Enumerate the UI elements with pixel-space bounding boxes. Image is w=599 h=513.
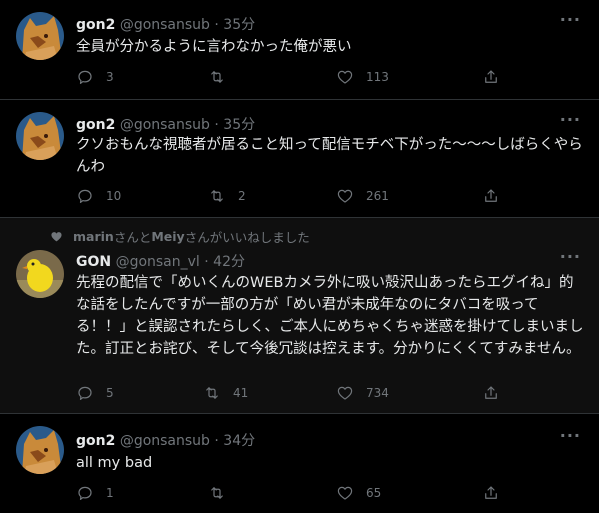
- like-button[interactable]: 734: [336, 384, 389, 402]
- like-button[interactable]: 65: [336, 484, 381, 502]
- tweet-text: 先程の配信で「めいくんのWEBカメラ外に吸い殻沢山あったらエグイね」的な話をした…: [76, 275, 584, 357]
- liked-connector: さんと: [113, 230, 152, 245]
- share-icon: [482, 68, 500, 86]
- display-name[interactable]: gon2: [76, 117, 115, 133]
- separator: ·: [209, 17, 224, 33]
- separator: ·: [199, 254, 214, 270]
- share-button[interactable]: [482, 187, 512, 205]
- like-button[interactable]: 113: [336, 68, 389, 86]
- timestamp[interactable]: 42分: [213, 254, 245, 270]
- tweet-header: gon2 @gonsansub · 35分: [76, 14, 255, 34]
- separator: ·: [209, 117, 224, 133]
- share-button[interactable]: [482, 384, 512, 402]
- reply-button[interactable]: 10: [76, 187, 121, 205]
- tweet[interactable]: gon2 @gonsansub · 35分 ··· クソおもんな視聴者が居ること…: [0, 100, 599, 218]
- liker-name: marin: [73, 229, 114, 244]
- reply-button[interactable]: 1: [76, 484, 114, 502]
- more-options-button[interactable]: ···: [560, 426, 581, 445]
- reply-icon: [76, 68, 94, 86]
- tweet-actions: 5 41 734: [76, 384, 516, 404]
- share-button[interactable]: [482, 484, 512, 502]
- like-button[interactable]: 261: [336, 187, 389, 205]
- display-name[interactable]: gon2: [76, 17, 115, 33]
- liker-name: Meiy: [151, 229, 185, 244]
- tweet-header: gon2 @gonsansub · 34分: [76, 430, 255, 450]
- reply-icon: [76, 484, 94, 502]
- share-icon: [482, 484, 500, 502]
- tweet-text: all my bad: [76, 455, 153, 471]
- retweet-button[interactable]: 41: [203, 384, 248, 402]
- tweet-actions: 10 2 261: [76, 187, 516, 207]
- reply-count: 10: [106, 189, 122, 203]
- liked-suffix: さんがいいねしました: [184, 230, 310, 245]
- reply-count: 5: [106, 386, 114, 400]
- reply-icon: [76, 384, 94, 402]
- retweet-button[interactable]: 2: [208, 187, 246, 205]
- retweet-count: 2: [238, 189, 246, 203]
- like-count: 65: [366, 486, 382, 500]
- user-handle[interactable]: @gonsansub: [120, 17, 210, 33]
- retweet-icon: [208, 484, 226, 502]
- avatar[interactable]: [16, 250, 64, 298]
- user-handle[interactable]: @gonsansub: [120, 433, 210, 449]
- like-count: 261: [366, 189, 389, 203]
- heart-icon: [51, 232, 62, 242]
- avatar[interactable]: [16, 12, 64, 60]
- tweet-text: 全員が分かるように言わなかった俺が悪い: [76, 39, 352, 55]
- heart-icon: [336, 484, 354, 502]
- share-icon: [482, 384, 500, 402]
- more-options-button[interactable]: ···: [560, 247, 581, 266]
- like-count: 734: [366, 386, 389, 400]
- reply-button[interactable]: 5: [76, 384, 114, 402]
- tweet[interactable]: gon2 @gonsansub · 35分 ··· 全員が分かるように言わなかっ…: [0, 0, 599, 100]
- separator: ·: [209, 433, 224, 449]
- display-name[interactable]: gon2: [76, 433, 115, 449]
- social-context[interactable]: marin さんと Meiy さんがいいねしました: [50, 227, 310, 246]
- heart-icon: [336, 384, 354, 402]
- display-name[interactable]: GON: [76, 254, 111, 270]
- retweet-button[interactable]: [208, 484, 238, 502]
- user-handle[interactable]: @gonsansub: [120, 117, 210, 133]
- retweet-button[interactable]: [208, 68, 238, 86]
- tweet-text: クソおもんな視聴者が居ること知って配信モチベ下がった～～～しばらくやらんわ: [76, 137, 583, 175]
- share-button[interactable]: [482, 68, 512, 86]
- tweet[interactable]: marin さんと Meiy さんがいいねしました GON @gonsan_vl · …: [0, 218, 599, 414]
- timestamp[interactable]: 35分: [223, 17, 255, 33]
- avatar[interactable]: [16, 426, 64, 474]
- heart-icon: [336, 68, 354, 86]
- tweet-actions: 1 65: [76, 484, 516, 504]
- more-options-button[interactable]: ···: [560, 10, 581, 29]
- retweet-icon: [203, 384, 221, 402]
- retweet-icon: [208, 187, 226, 205]
- tweet[interactable]: gon2 @gonsansub · 34分 ··· all my bad 1 6…: [0, 414, 599, 513]
- timestamp[interactable]: 34分: [223, 433, 255, 449]
- tweet-header: GON @gonsan_vl · 42分: [76, 251, 245, 271]
- like-count: 113: [366, 70, 389, 84]
- tweet-actions: 3 113: [76, 68, 516, 88]
- reply-count: 3: [106, 70, 114, 84]
- heart-icon: [336, 187, 354, 205]
- user-handle[interactable]: @gonsan_vl: [116, 254, 200, 270]
- reply-count: 1: [106, 486, 114, 500]
- avatar[interactable]: [16, 112, 64, 160]
- reply-button[interactable]: 3: [76, 68, 114, 86]
- retweet-count: 41: [233, 386, 249, 400]
- timestamp[interactable]: 35分: [223, 117, 255, 133]
- retweet-icon: [208, 68, 226, 86]
- tweet-header: gon2 @gonsansub · 35分: [76, 114, 255, 134]
- more-options-button[interactable]: ···: [560, 110, 581, 129]
- share-icon: [482, 187, 500, 205]
- reply-icon: [76, 187, 94, 205]
